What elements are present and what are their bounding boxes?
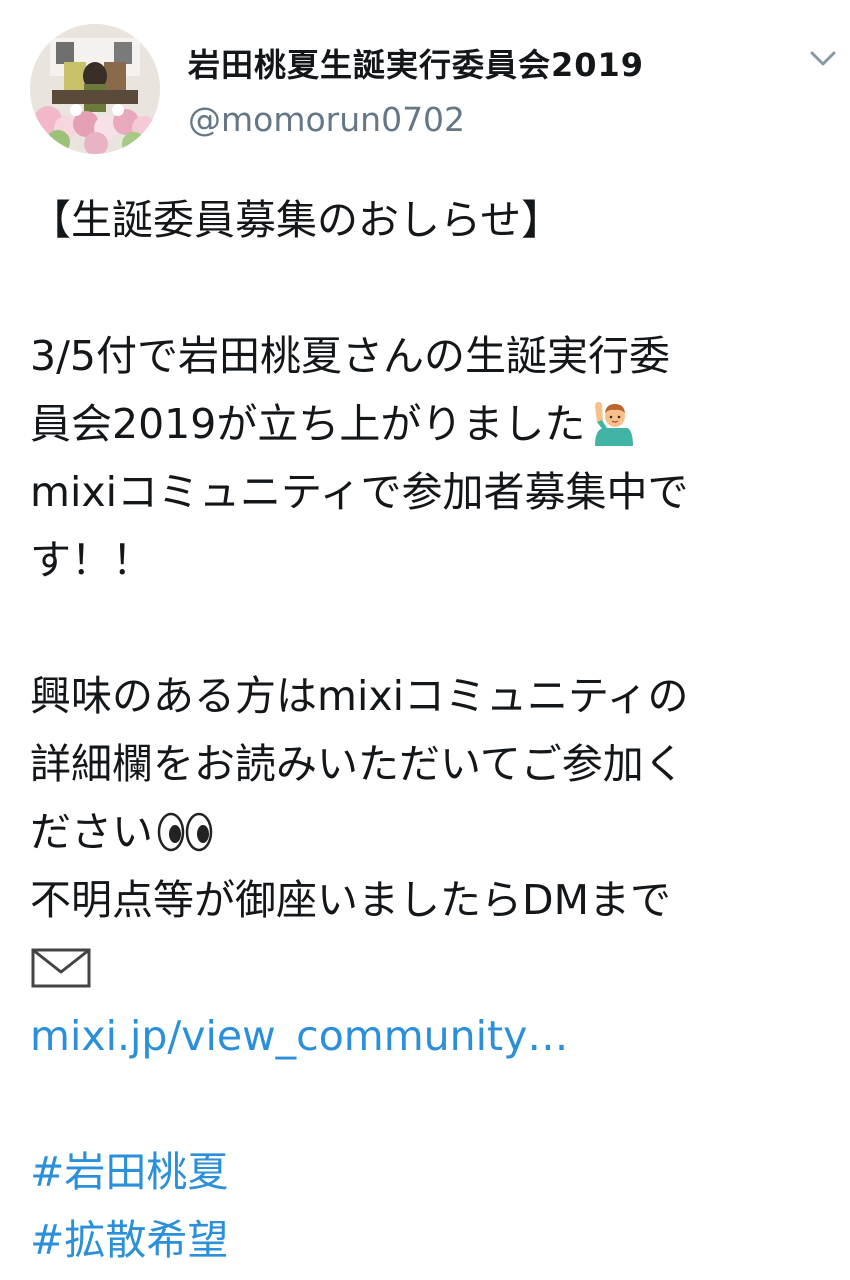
text-line: 員会2019が立ち上がりました (30, 390, 830, 458)
chevron-down-icon[interactable] (808, 48, 838, 70)
text-segment: ださい (30, 808, 153, 856)
display-name[interactable]: 岩田桃夏生誕実行委員会2019 (188, 40, 644, 86)
text-line (30, 934, 830, 1002)
text-line: 不明点等が御座いましたらDMまで (30, 876, 671, 924)
text-line: 興味のある方はmixiコミュニティの (30, 672, 689, 720)
mixi-community-link[interactable]: mixi.jp/view_community… (30, 1002, 830, 1070)
text-segment: 員会2019が立ち上がりました (30, 400, 586, 448)
avatar-photo (30, 24, 160, 154)
envelope-icon (30, 942, 92, 1010)
hashtag-link[interactable]: #岩田桃夏 (30, 1138, 830, 1206)
tweet-text: 【生誕委員募集のおしらせ】 3/5付で岩田桃夏さんの生誕実行委 員会2019が立… (30, 186, 830, 1274)
text-line: ださい (30, 798, 830, 866)
user-handle[interactable]: @momorun0702 (188, 100, 465, 139)
hashtag-link[interactable]: #拡散希望 (30, 1206, 830, 1274)
eyes-icon (157, 806, 213, 874)
tweet-card: 岩田桃夏生誕実行委員会2019 @momorun0702 【生誕委員募集のおしら… (0, 0, 850, 1280)
avatar[interactable] (30, 24, 160, 154)
text-line: す！！ (30, 536, 153, 584)
text-line: 詳細欄をお読みいただいてご参加く (30, 740, 685, 788)
text-line: 3/5付で岩田桃夏さんの生誕実行委 (30, 332, 670, 380)
tweet-heading: 【生誕委員募集のおしらせ】 (30, 196, 563, 244)
text-line: mixiコミュニティで参加者募集中で (30, 468, 689, 516)
person-raising-hand-icon (589, 398, 635, 466)
